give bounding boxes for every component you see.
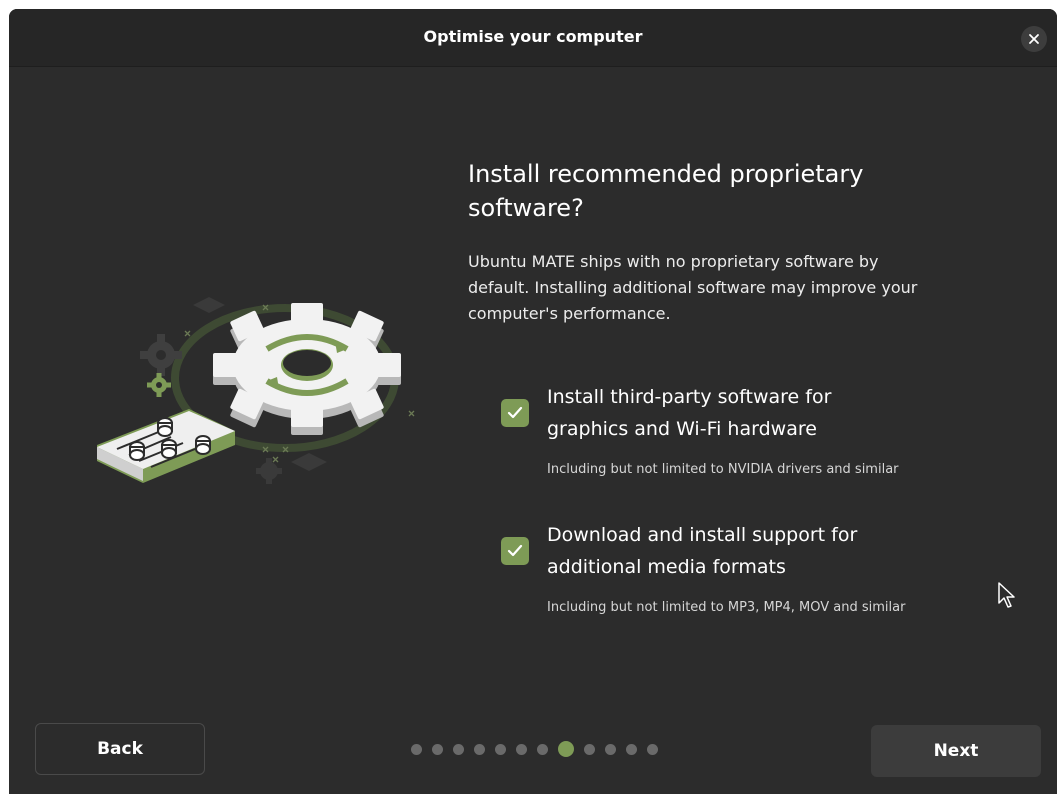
diamond-shape: [193, 297, 225, 313]
equalizer-panel-icon: [97, 409, 235, 483]
installer-window: Optimise your computer Install recommend…: [9, 9, 1057, 794]
checkmark-icon: [507, 406, 523, 419]
gear-settings-illustration: [97, 297, 415, 484]
page-dot: [584, 743, 595, 755]
window-title: Optimise your computer: [423, 27, 643, 46]
next-button[interactable]: Next: [871, 725, 1041, 777]
option-sublabel: Including but not limited to NVIDIA driv…: [547, 462, 899, 477]
page-indicator: [411, 740, 658, 758]
x-mark: [184, 330, 191, 337]
page-dot: [647, 743, 658, 755]
media-formats-checkbox[interactable]: [501, 537, 529, 565]
close-button[interactable]: [1021, 26, 1047, 52]
x-mark: [272, 456, 279, 463]
big-gear-icon: [213, 303, 401, 435]
page-dot: [411, 743, 422, 755]
option-sublabel: Including but not limited to MP3, MP4, M…: [547, 600, 906, 615]
page-dot: [626, 743, 637, 755]
page-heading: Install recommended proprietary software…: [468, 160, 864, 222]
page-dot: [495, 743, 506, 755]
x-mark: [408, 410, 415, 417]
option-label[interactable]: Download and install support for additio…: [547, 519, 917, 583]
diamond-shape: [291, 453, 327, 471]
page-dot-active: [558, 741, 574, 757]
close-icon: [1029, 34, 1039, 44]
page-dot: [474, 743, 485, 755]
page-dot: [453, 743, 464, 755]
option-label[interactable]: Install third-party software for graphic…: [547, 381, 917, 445]
back-button[interactable]: Back: [35, 723, 205, 775]
headerbar: Optimise your computer: [9, 9, 1057, 67]
small-green-gear-icon: [147, 373, 171, 397]
third-party-software-checkbox[interactable]: [501, 399, 529, 427]
checkmark-icon: [507, 544, 523, 557]
mouse-pointer-icon: [998, 582, 1015, 608]
page-dot: [605, 743, 616, 755]
page-description: Ubuntu MATE ships with no proprietary so…: [468, 252, 918, 323]
page-dot: [537, 743, 548, 755]
page-dot: [432, 743, 443, 755]
page-dot: [516, 743, 527, 755]
